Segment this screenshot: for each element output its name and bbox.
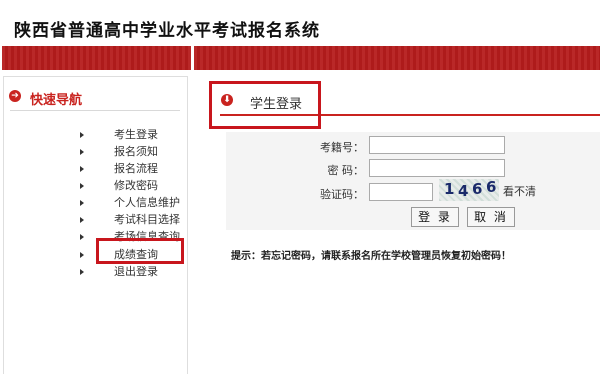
sidebar-item-label: 修改密码 xyxy=(114,179,158,192)
captcha-char: 1 xyxy=(444,180,457,198)
highlight-box-score-query xyxy=(96,238,184,264)
bullet-icon xyxy=(80,252,84,258)
sidebar-title: 快速导航 xyxy=(30,93,83,108)
bullet-icon xyxy=(80,269,84,275)
sidebar-item-label: 报名流程 xyxy=(114,162,158,175)
bullet-icon xyxy=(80,200,84,206)
sidebar-item-personal-info[interactable]: 个人信息维护 xyxy=(80,194,190,210)
captcha-input[interactable] xyxy=(369,183,433,201)
sidebar-item-registration-notice[interactable]: 报名须知 xyxy=(80,143,190,159)
captcha-char: 6 xyxy=(486,178,499,196)
site-title: 陕西省普通高中学业水平考试报名系统 xyxy=(14,21,320,41)
password-label: 密 码： xyxy=(327,164,365,177)
bullet-icon xyxy=(80,234,84,240)
bullet-icon xyxy=(80,149,84,155)
sidebar-item-label: 考生登录 xyxy=(114,128,158,141)
cancel-button[interactable]: 取 消 xyxy=(467,207,515,227)
sidebar-item-label: 个人信息维护 xyxy=(114,196,180,209)
captcha-image[interactable]: 1 4 6 6 xyxy=(439,178,499,201)
sidebar-item-change-password[interactable]: 修改密码 xyxy=(80,177,190,193)
sidebar-item-logout[interactable]: 退出登录 xyxy=(80,263,190,279)
header-banner-left xyxy=(2,46,191,70)
bullet-icon xyxy=(80,132,84,138)
sidebar-item-student-login[interactable]: 考生登录 xyxy=(80,126,190,142)
sidebar-header: ➔ 快速导航 xyxy=(4,86,186,110)
highlight-box-student-login xyxy=(209,81,321,129)
sidebar-item-label: 退出登录 xyxy=(114,265,158,278)
captcha-label: 验证码： xyxy=(320,188,364,201)
sidebar-divider xyxy=(10,110,180,111)
bullet-icon xyxy=(80,166,84,172)
sidebar-item-registration-process[interactable]: 报名流程 xyxy=(80,160,190,176)
arrow-circle-icon: ➔ xyxy=(9,90,21,102)
header-banner-right xyxy=(194,46,600,70)
password-input[interactable] xyxy=(369,159,505,177)
sidebar-item-label: 考试科目选择 xyxy=(114,213,180,226)
bullet-icon xyxy=(80,217,84,223)
captcha-char: 4 xyxy=(458,182,471,200)
exam-number-label: 考籍号： xyxy=(320,141,364,154)
bullet-icon xyxy=(80,183,84,189)
sidebar-item-label: 报名须知 xyxy=(114,145,158,158)
login-button[interactable]: 登 录 xyxy=(411,207,459,227)
captcha-char: 6 xyxy=(472,180,485,198)
exam-number-input[interactable] xyxy=(369,136,505,154)
password-tip: 提示：若忘记密码，请联系报名所在学校管理员恢复初始密码！ xyxy=(231,251,511,262)
sidebar-item-subject-selection[interactable]: 考试科目选择 xyxy=(80,211,190,227)
captcha-refresh-link[interactable]: 看不清 xyxy=(503,183,536,199)
